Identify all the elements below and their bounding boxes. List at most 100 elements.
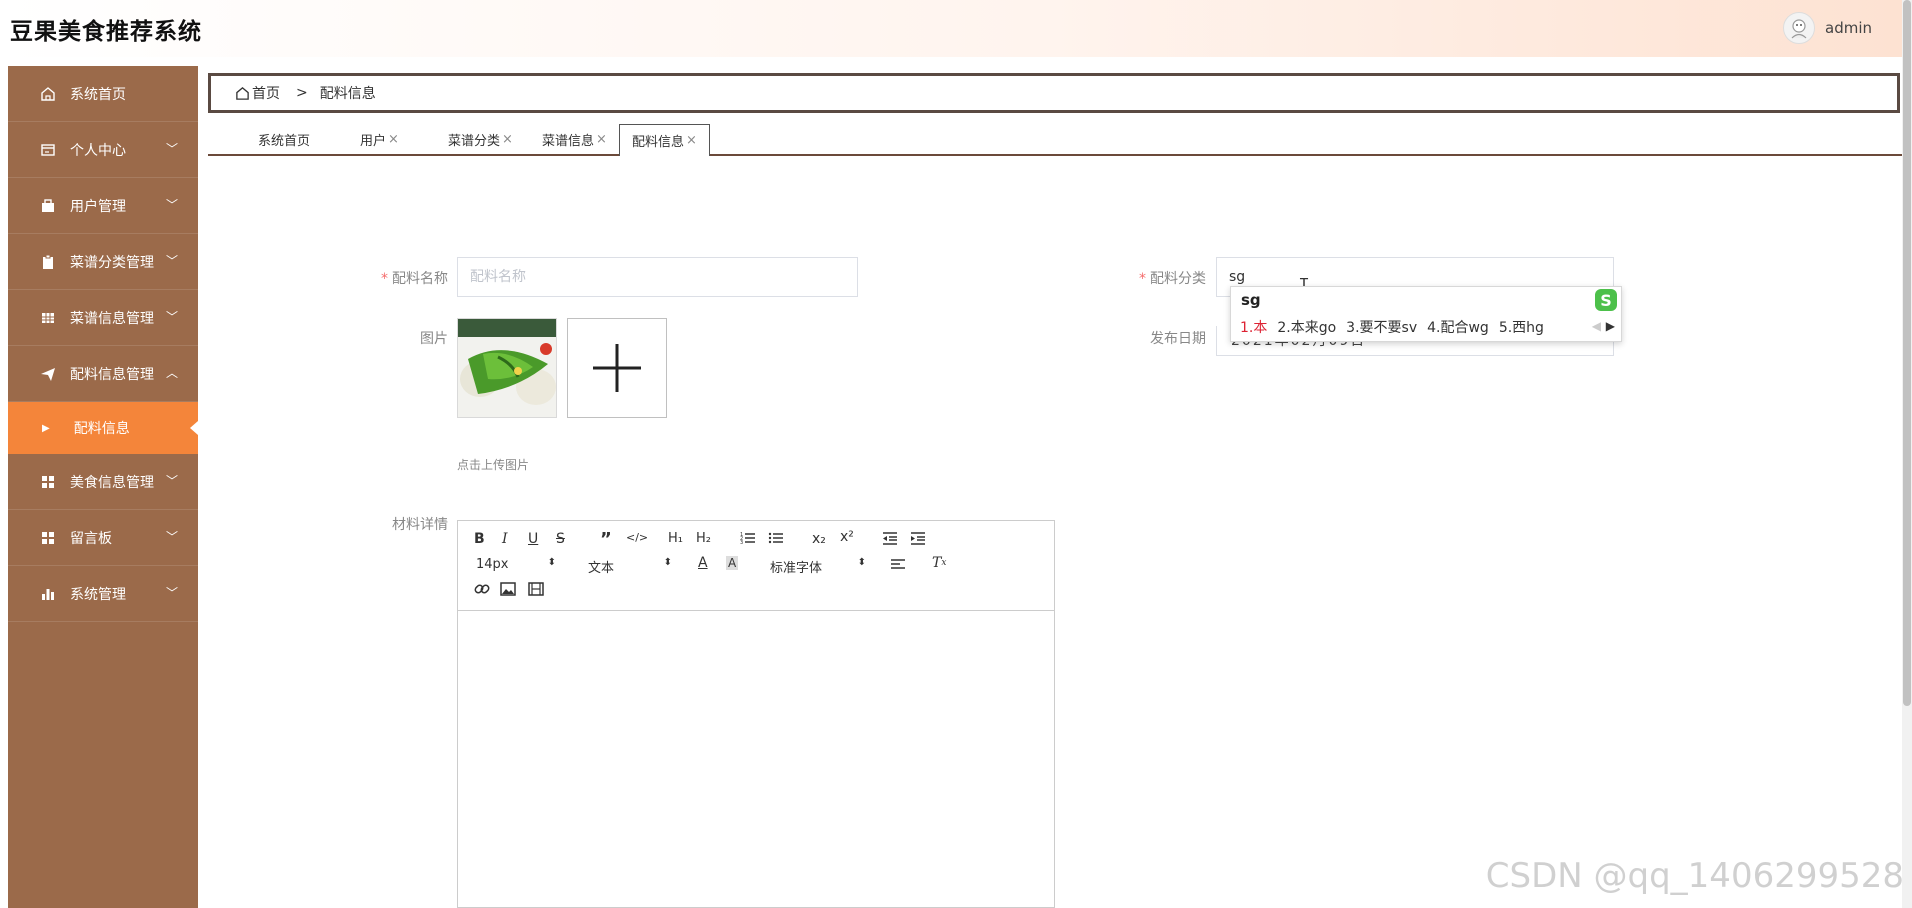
bold-icon[interactable]: B [474,531,485,547]
format-select[interactable]: 文本 ⬍ [588,557,672,576]
sidebar-item-message-board[interactable]: 留言板 ﹀ [8,510,198,566]
font-size-value: 14px [476,557,509,572]
plus-icon [593,344,641,392]
updown-icon: ⬍ [663,557,672,568]
sidebar-item-label: 系统管理 [70,586,126,603]
upload-tip: 点击上传图片 [457,458,530,472]
image-icon[interactable] [500,581,516,597]
ime-composition: sg [1241,291,1261,309]
close-icon[interactable]: × [502,132,513,147]
avatar[interactable] [1783,12,1815,44]
outdent-icon[interactable] [882,530,898,546]
tab-users[interactable]: 用户 × [360,124,399,154]
close-icon[interactable]: × [596,132,607,147]
superscript-icon[interactable]: x² [840,529,854,545]
sidebar-item-label: 系统首页 [70,86,126,103]
tab-label: 配料信息 [632,135,685,150]
sidebar-subitem-ingredient[interactable]: ▶ 配料信息 [8,402,198,454]
sidebar-item-home[interactable]: 系统首页 [8,66,198,122]
category-label: * 配料分类 [1126,268,1206,288]
breadcrumb-home-link[interactable]: 首页 [252,83,280,103]
user-name[interactable]: admin [1825,19,1872,37]
avatar-icon [1791,19,1807,39]
updown-icon: ⬍ [547,557,556,568]
tab-label: 用户 [360,133,387,149]
link-icon[interactable] [474,581,490,597]
tab-recipe-info[interactable]: 菜谱信息 × [542,124,607,154]
sidebar-item-profile[interactable]: 个人中心 ﹀ [8,122,198,178]
sidebar-item-food-info[interactable]: 美食信息管理 ﹀ [8,454,198,510]
grid-icon [38,310,58,326]
sidebar-item-label: 个人中心 [70,142,126,159]
font-family-select[interactable]: 标准字体 ⬍ [770,557,866,576]
caret-right-icon[interactable]: ▶ [1606,319,1615,333]
tab-label: 菜谱信息 [542,133,595,149]
app-title: 豆果美食推荐系统 [10,19,202,45]
home-icon [38,86,58,102]
sidebar-item-label: 配料信息管理 [70,366,154,383]
food-photo-icon [458,319,556,417]
chevron-down-icon: ﹀ [165,198,178,212]
ime-candidate[interactable]: 5.西hg [1499,320,1544,336]
header-bar: 豆果美食推荐系统 admin [0,0,1902,57]
tab-ingredient-info[interactable]: 配料信息 × [619,124,710,156]
ime-candidate[interactable]: 2.本来go [1277,320,1336,336]
tab-home[interactable]: 系统首页 [258,124,310,154]
uploaded-image[interactable] [457,318,557,418]
clear-format-icon[interactable]: Tx [932,555,946,571]
italic-icon[interactable]: I [502,531,508,547]
indent-icon[interactable] [910,530,926,546]
video-icon[interactable] [528,581,544,597]
background-color-icon[interactable]: A [726,556,739,570]
ordered-list-icon[interactable]: 123 [740,530,756,546]
underline-icon[interactable]: U [528,531,538,547]
sidebar-item-label: 美食信息管理 [70,474,154,491]
required-mark: * [381,271,388,287]
home-icon[interactable] [235,86,250,101]
upload-button[interactable] [567,318,667,418]
sidebar-item-recipe-info[interactable]: 菜谱信息管理 ﹀ [8,290,198,346]
sidebar-item-label: 用户管理 [70,198,126,215]
chevron-down-icon: ﹀ [165,254,178,268]
close-icon[interactable]: × [686,133,697,148]
sidebar-item-label: 留言板 [70,530,112,547]
active-indicator [190,421,198,435]
page-scrollbar[interactable] [1902,0,1912,908]
subscript-icon[interactable]: x₂ [812,531,826,547]
breadcrumb-current: 配料信息 [319,86,376,102]
apps-icon [38,474,58,490]
send-icon [38,366,58,382]
name-label: * 配料名称 [370,268,448,288]
name-input[interactable] [457,257,858,297]
ime-candidate[interactable]: 4.配合wg [1427,320,1489,336]
name-label-text: 配料名称 [392,271,448,287]
caret-right-icon: ▶ [42,422,50,434]
code-icon[interactable]: </> [626,531,648,544]
ime-candidate[interactable]: 3.要不要sv [1346,320,1417,336]
editor-content-area[interactable] [458,611,1054,907]
user-menu[interactable]: admin [1783,12,1872,44]
caret-left-icon[interactable]: ◀ [1592,319,1601,333]
heading1-icon[interactable]: H₁ [668,531,683,546]
ime-candidate-list: 1.本 2.本来go 3.要不要sv 4.配合wg 5.西hg [1240,317,1554,337]
align-icon[interactable] [890,556,906,572]
font-color-icon[interactable]: A [698,555,708,571]
heading2-icon[interactable]: H₂ [696,531,711,546]
close-icon[interactable]: × [388,132,399,147]
tab-recipe-category[interactable]: 菜谱分类 × [448,124,513,154]
category-label-text: 配料分类 [1150,271,1206,287]
sidebar-item-system[interactable]: 系统管理 ﹀ [8,566,198,622]
briefcase-icon [38,198,58,214]
font-size-select[interactable]: 14px ⬍ [476,557,556,572]
sidebar-item-ingredient-info[interactable]: 配料信息管理 ︿ [8,346,198,402]
chevron-down-icon: ﹀ [165,474,178,488]
sidebar-item-users[interactable]: 用户管理 ﹀ [8,178,198,234]
scrollbar-thumb[interactable] [1903,0,1911,706]
font-family-value: 标准字体 [770,561,823,576]
bullet-list-icon[interactable] [768,530,784,546]
ime-candidate[interactable]: 1.本 [1240,320,1267,336]
sidebar-item-recipe-category[interactable]: 菜谱分类管理 ﹀ [8,234,198,290]
strikethrough-icon[interactable]: S [556,531,565,547]
blockquote-icon[interactable]: ” [600,529,612,550]
card-icon [38,142,58,158]
